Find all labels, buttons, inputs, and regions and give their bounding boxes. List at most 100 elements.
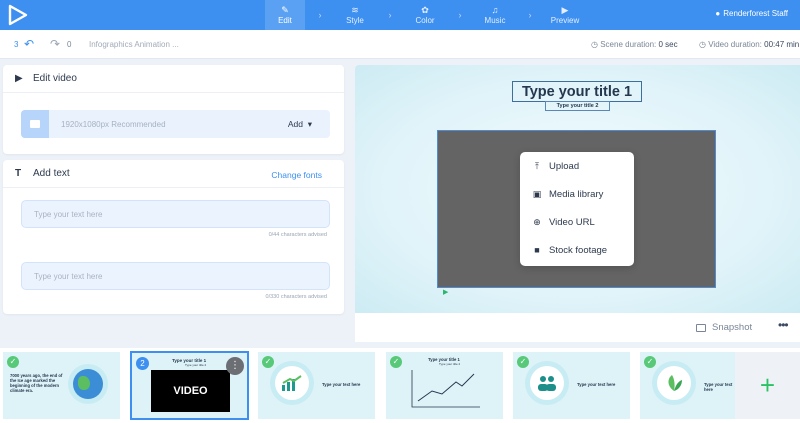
project-name[interactable]: Infographics Animation ... [89,40,179,49]
text-field-2[interactable] [21,262,330,290]
add-label: Add [287,119,303,129]
scene-timeline: ✓ 7000 years ago, the end of the Ice age… [0,348,800,423]
char-count-hint: 0/330 characters advised [265,294,327,300]
text-icon: T [15,168,22,179]
preview-footer: Snapshot ••• [355,313,800,342]
caret-down-icon: ▾ [305,119,312,129]
step-label: Style [346,16,364,25]
chevron-right-icon: › [318,10,322,20]
menu-label: Upload [549,160,580,172]
camera-icon: ■ [534,245,540,255]
preview-stage: Type your title 1 Type your title 2 ▶ ⤒ … [355,65,800,313]
edit-video-panel: ▶ Edit video 1920x1080px Recommended Add… [3,65,344,154]
chevron-right-icon: › [388,10,392,20]
menu-media-library[interactable]: ▣ Media library [520,183,634,205]
add-text-panel: T Add text Change fonts 0/44 characters … [3,160,344,314]
video-upload-row[interactable]: 1920x1080px Recommended Add ▾ [21,110,330,138]
undo-count: 3 [14,40,19,49]
kebab-menu-icon[interactable]: ⋮ [226,357,244,375]
leaf-icon [657,366,691,400]
check-icon: ✓ [644,356,656,368]
editor-toolbar: 3 ↶ ↷ 0 Infographics Animation ... ◷ Sce… [0,30,800,59]
scene-preview: Type your title 1 Type your title 2 ▶ ⤒ … [355,65,800,342]
menu-label: Video URL [549,216,595,228]
text-field-1[interactable] [21,200,330,228]
chevron-right-icon: › [528,10,532,20]
video-duration-label: Video duration: [708,40,762,49]
redo-icon[interactable]: ↷ [50,37,60,51]
scene-thumbnail-2[interactable]: 2 Type your title 1 Type your title 2 VI… [130,351,249,420]
step-label: Preview [550,16,580,25]
menu-upload[interactable]: ⤒ Upload [520,155,634,177]
scene-thumbnail-3[interactable]: ✓ Type your text here [258,352,375,419]
user-icon: ● [715,9,721,18]
scene-thumbnail-4[interactable]: ✓ Type your title 1 Type your title 2 [386,352,503,419]
step-label: Music [484,16,506,25]
scene-duration: ◷ Scene duration: 0 sec [591,40,678,49]
video-duration-value: 00:47 min [764,40,800,49]
menu-video-url[interactable]: ⊕ Video URL [520,211,634,233]
upload-icon: ⤒ [535,160,539,171]
step-music[interactable]: ♫ Music [475,0,515,30]
play-icon: ▶ [561,5,569,15]
image-icon [696,323,706,332]
edit-video-header: ▶ Edit video [3,65,344,93]
check-icon: ✓ [517,356,529,368]
clock-icon: ◷ [591,40,598,49]
scene-text: Type your text here [322,382,361,387]
wizard-steps: ✎ Edit › ≋ Style › ✿ Color › ♫ Music › ▶… [265,0,585,30]
scene-thumbnail-1[interactable]: ✓ 7000 years ago, the end of the Ice age… [3,352,120,419]
more-options-icon[interactable]: ••• [778,318,789,332]
line-chart-icon [411,370,480,408]
snapshot-button[interactable]: Snapshot [696,322,752,333]
step-label: Color [415,16,435,25]
char-count-hint: 0/44 characters advised [268,232,327,238]
people-icon [530,366,564,400]
undo-icon[interactable]: ↶ [24,37,34,51]
layers-icon: ≋ [351,5,359,15]
scene-number: 2 [136,357,149,370]
check-icon: ✓ [7,356,19,368]
resolution-hint: 1920x1080px Recommended [61,120,166,129]
play-icon[interactable]: ▶ [443,288,448,296]
pencil-icon: ✎ [281,5,289,15]
menu-stock-footage[interactable]: ■ Stock footage [520,239,634,261]
title-text[interactable]: Type your title 1 [512,81,642,102]
video-duration: ◷ Video duration: 00:47 min [699,40,799,49]
panel-title: Edit video [33,73,77,84]
music-icon: ♫ [491,5,499,15]
video-icon: ▶ [15,73,23,84]
check-icon: ✓ [262,356,274,368]
panel-title: Add text [33,168,70,179]
video-label: VIDEO [151,370,230,412]
scene-duration-label: Scene duration: [600,40,657,49]
globe-icon: ⊕ [533,216,541,227]
scene-text: 7000 years ago, the end of the Ice age m… [10,373,63,393]
subtitle-text[interactable]: Type your title 2 [545,101,610,111]
add-video-button[interactable]: Add ▾ [288,119,312,130]
check-icon: ✓ [390,356,402,368]
step-preview[interactable]: ▶ Preview [545,0,585,30]
scene-thumbnail-5[interactable]: ✓ Type your text here [513,352,630,419]
scene-text: Type your text here [704,382,733,392]
video-placeholder-icon [21,110,49,138]
redo-count: 0 [67,40,72,49]
scene-subtitle: Type your title 2 [185,363,207,367]
step-style[interactable]: ≋ Style [335,0,375,30]
snapshot-label: Snapshot [712,322,753,333]
menu-label: Stock footage [549,244,608,256]
scene-duration-value: 0 sec [658,40,678,49]
globe-icon [73,369,103,399]
top-nav-bar: ✎ Edit › ≋ Style › ✿ Color › ♫ Music › ▶… [0,0,800,30]
scene-thumbnail-6[interactable]: ✓ Type your text here [640,352,735,419]
user-name: Renderforest Staff [723,9,788,18]
change-fonts-link[interactable]: Change fonts [271,170,322,180]
step-edit[interactable]: ✎ Edit [265,0,305,30]
clock-icon: ◷ [699,40,706,49]
user-menu[interactable]: ● Renderforest Staff [715,9,788,18]
renderforest-logo[interactable] [6,3,30,27]
add-scene-button[interactable]: + [735,352,800,419]
step-color[interactable]: ✿ Color [405,0,445,30]
scene-text: Type your text here [577,382,616,387]
step-label: Edit [278,16,292,25]
